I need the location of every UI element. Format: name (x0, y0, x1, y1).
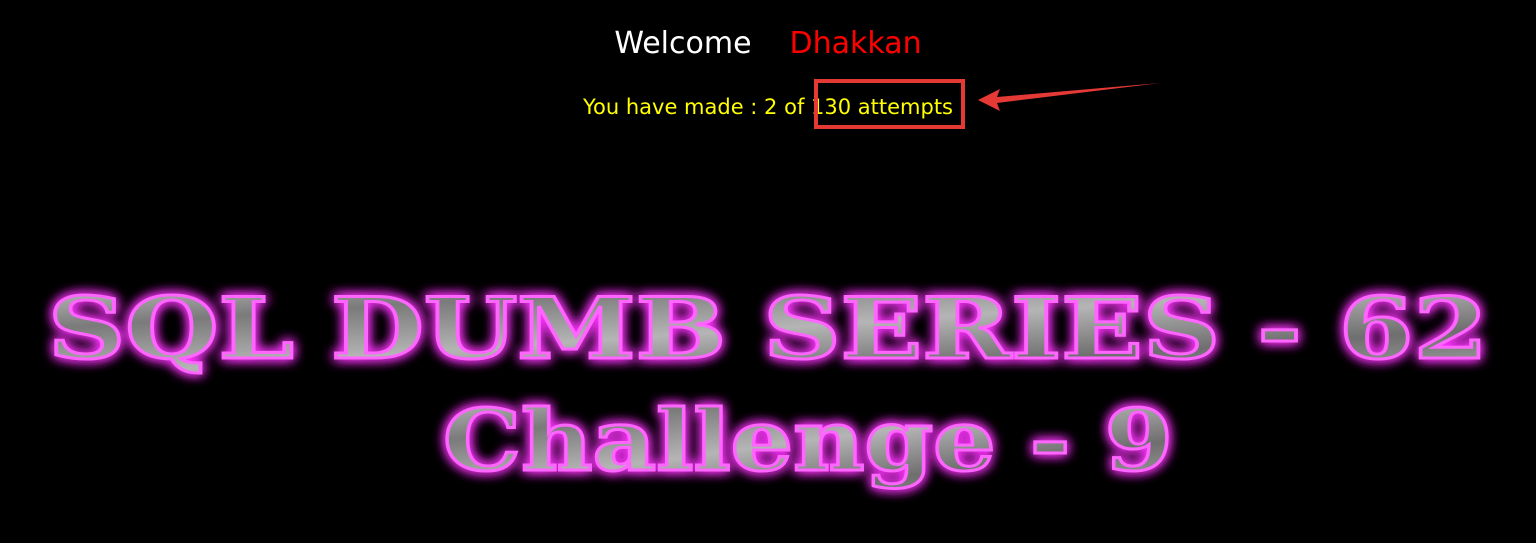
attempts-prefix: You have made : 2 of (582, 95, 812, 119)
welcome-header: Welcome Dhakkan (0, 24, 1536, 64)
annotation-arrow-icon (978, 83, 1160, 111)
welcome-label: Welcome (614, 26, 752, 61)
user-name: Dhakkan (789, 26, 922, 61)
title-banner: SQL DUMB SERIES - 62 Challenge - 9 (47, 278, 1490, 492)
attempts-status: You have made : 2 of 130 attempts (0, 92, 1536, 122)
page: Welcome Dhakkan You have made : 2 of 130 … (0, 0, 1536, 543)
banner-title-line2: Challenge - 9 (443, 391, 1173, 490)
banner-title-line1: SQL DUMB SERIES - 62 (48, 279, 1488, 378)
annotation-highlight-box (814, 79, 965, 129)
